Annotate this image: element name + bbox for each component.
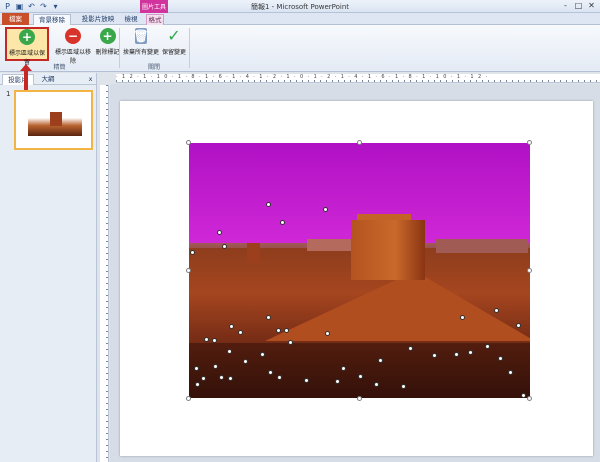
distant-mesa-right (436, 239, 528, 253)
horizontal-ruler-numbers: ·12·1·10·1·8·1·6·1·4·1·2·1·0·1·2·1·4·1·6… (116, 74, 492, 80)
keep-mark-icon[interactable] (195, 382, 200, 387)
resize-handle-se[interactable] (527, 396, 532, 401)
vertical-ruler (100, 85, 109, 462)
checkmark-icon: ✓ (167, 26, 181, 45)
keep-mark-icon[interactable] (204, 337, 209, 342)
panel-tabs: 投影片 大綱 x (0, 74, 97, 85)
keep-mark-icon[interactable] (460, 315, 465, 320)
ribbon-tabs: 檔案 背景移除 投影片放映 檢視 格式 (0, 13, 600, 26)
foreground-shadow (189, 343, 530, 398)
maximize-button[interactable]: □ (573, 1, 584, 10)
annotation-arrow-icon (20, 64, 32, 90)
keep-mark-icon[interactable] (194, 366, 199, 371)
keep-mark-icon[interactable] (277, 375, 282, 380)
resize-handle-n[interactable] (357, 140, 362, 145)
delete-mark-icon: + (99, 28, 116, 44)
group-separator (189, 28, 190, 68)
keep-mark-icon[interactable] (213, 364, 218, 369)
keep-mark-icon[interactable] (521, 393, 526, 398)
keep-mark-icon[interactable] (358, 374, 363, 379)
keep-mark-icon[interactable] (238, 330, 243, 335)
slide-number: 1 (6, 90, 11, 98)
keep-mark-icon[interactable] (288, 340, 293, 345)
left-butte (247, 243, 260, 263)
keep-mark-icon[interactable] (217, 230, 222, 235)
resize-handle-s[interactable] (357, 396, 362, 401)
slides-panel: 投影片 大綱 x 1 (0, 73, 97, 462)
mark-areas-to-remove-button[interactable]: − 標示區域以移除 (53, 28, 93, 65)
ribbon: + 標示區域以保留 − 標示區域以移除 + 刪除標記 🗑 捨棄所有變更 ✓ 保留… (0, 25, 600, 72)
trash-icon: 🗑 (133, 28, 149, 44)
tab-slides[interactable]: 投影片 (2, 74, 34, 85)
keep-mark-icon[interactable] (325, 331, 330, 336)
keep-mark-icon[interactable] (276, 328, 281, 333)
keep-mark-icon[interactable] (454, 352, 459, 357)
group-label-close: 關閉 (147, 64, 160, 71)
keep-mark-icon[interactable] (468, 350, 473, 355)
keep-mark-icon[interactable] (498, 356, 503, 361)
window-title: 簡報1 - Microsoft PowerPoint (250, 3, 350, 11)
keep-mark-icon[interactable] (335, 379, 340, 384)
keep-mark-icon[interactable] (201, 376, 206, 381)
tab-outline[interactable]: 大綱 (36, 74, 60, 85)
slide-thumbnail[interactable] (14, 90, 93, 150)
tab-format[interactable]: 格式 (146, 14, 164, 25)
title-bar: P ▣ ↶ ↷ ▾ 圖片工具 簡報1 - Microsoft PowerPoin… (0, 0, 600, 13)
close-panel-icon[interactable]: x (86, 74, 95, 85)
keep-mark-icon[interactable] (401, 384, 406, 389)
tab-file[interactable]: 檔案 (2, 13, 29, 25)
keep-mark-icon[interactable] (508, 370, 513, 375)
keep-mark-icon[interactable] (494, 308, 499, 313)
tab-slideshow[interactable]: 投影片放映 (76, 14, 120, 25)
keep-mark-icon[interactable] (378, 358, 383, 363)
keep-mark-icon[interactable] (190, 250, 195, 255)
resize-handle-ne[interactable] (527, 140, 532, 145)
keep-mark-icon[interactable] (222, 244, 227, 249)
keep-mark-icon[interactable] (266, 315, 271, 320)
picture-background-removal[interactable] (189, 143, 530, 398)
minus-icon: − (65, 28, 81, 44)
discard-all-changes-button[interactable]: 🗑 捨棄所有變更 (121, 28, 161, 60)
plus-icon: + (19, 29, 35, 45)
keep-mark-icon[interactable] (260, 352, 265, 357)
keep-changes-label: 保留變更 (161, 49, 186, 56)
resize-handle-e[interactable] (527, 268, 532, 273)
resize-handle-nw[interactable] (186, 140, 191, 145)
keep-mark-icon[interactable] (284, 328, 289, 333)
main-butte (351, 220, 425, 280)
keep-mark-icon[interactable] (408, 346, 413, 351)
butte-slope (265, 271, 530, 341)
keep-mark-icon[interactable] (228, 376, 233, 381)
window-controls: - □ ✕ (560, 1, 597, 10)
keep-mark-icon[interactable] (280, 220, 285, 225)
keep-changes-button[interactable]: ✓ 保留變更 (161, 28, 187, 60)
keep-mark-icon[interactable] (243, 359, 248, 364)
keep-mark-icon[interactable] (227, 349, 232, 354)
discard-all-label: 捨棄所有變更 (122, 49, 159, 56)
thumbnail-image (28, 110, 82, 136)
delete-mark-label: 刪除標記 (95, 49, 120, 56)
keep-mark-icon[interactable] (229, 324, 234, 329)
keep-mark-icon[interactable] (485, 344, 490, 349)
resize-handle-sw[interactable] (186, 396, 191, 401)
keep-mark-icon[interactable] (432, 353, 437, 358)
keep-mark-icon[interactable] (374, 382, 379, 387)
keep-mark-icon[interactable] (304, 378, 309, 383)
keep-mark-icon[interactable] (219, 375, 224, 380)
keep-mark-icon[interactable] (266, 202, 271, 207)
keep-mark-icon[interactable] (341, 366, 346, 371)
keep-mark-icon[interactable] (212, 338, 217, 343)
delete-mark-button[interactable]: + 刪除標記 (95, 28, 120, 60)
minimize-button[interactable]: - (560, 1, 571, 10)
keep-mark-icon[interactable] (516, 323, 521, 328)
keep-mark-icon[interactable] (323, 207, 328, 212)
close-button[interactable]: ✕ (586, 1, 597, 10)
resize-handle-w[interactable] (186, 268, 191, 273)
mark-areas-to-keep-button[interactable]: + 標示區域以保留 (5, 27, 49, 66)
distant-mesa (307, 239, 352, 251)
keep-mark-icon[interactable] (268, 370, 273, 375)
group-label-refine: 精簡 (53, 64, 66, 71)
tab-view[interactable]: 檢視 (120, 14, 142, 25)
